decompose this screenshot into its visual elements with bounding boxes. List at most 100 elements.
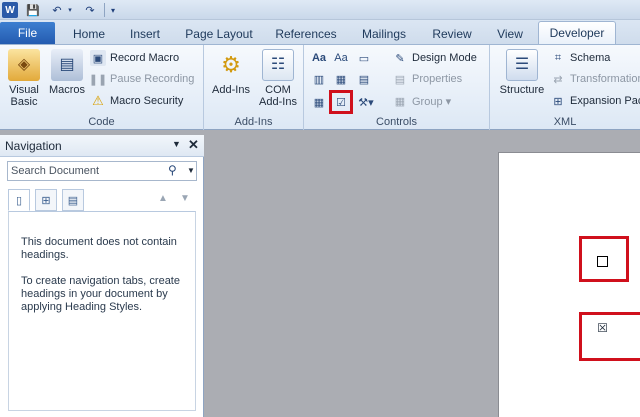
- xml-group-label: XML: [553, 116, 577, 128]
- record-macro-button[interactable]: ▣ Record Macro: [90, 49, 179, 67]
- tab-page-layout[interactable]: Page Layout: [182, 24, 256, 44]
- design-mode-button[interactable]: ✎ Design Mode: [392, 49, 477, 67]
- tab-browse-results[interactable]: ▤: [62, 189, 84, 211]
- controls-group-label: Controls: [376, 116, 417, 128]
- macros-icon: ▤: [51, 49, 83, 81]
- properties-icon: ▤: [394, 73, 406, 86]
- visual-basic-button[interactable]: ◈ Visual Basic: [6, 49, 42, 108]
- navigation-options-icon[interactable]: ▼: [172, 139, 181, 149]
- customize-quick-access-icon[interactable]: ▾: [108, 2, 118, 18]
- date-picker-icon[interactable]: ▦: [310, 93, 328, 111]
- properties-label: Properties: [412, 73, 463, 85]
- add-ins-label: Add-Ins: [212, 84, 250, 96]
- ribbon: ◈ Visual Basic ▤ Macros ▣ Record Macro ❚…: [0, 44, 640, 130]
- tab-home[interactable]: Home: [66, 24, 112, 44]
- word-app-icon[interactable]: W: [2, 2, 18, 18]
- checkbox-highlight-1: [579, 236, 629, 282]
- com-add-ins-label-line2: Add-Ins: [259, 96, 297, 108]
- quick-access-separator: [104, 3, 105, 17]
- transformation-button[interactable]: ⇄ Transformation: [550, 70, 640, 88]
- ribbon-tab-bar: File Home Insert Page Layout References …: [0, 20, 640, 44]
- search-box[interactable]: Search Document ⚲ ▼: [7, 161, 197, 181]
- navigation-title: Navigation: [5, 139, 62, 153]
- design-mode-icon: ✎: [395, 52, 405, 65]
- drop-down-list-icon[interactable]: ▤: [355, 70, 373, 88]
- previous-arrow-icon[interactable]: ▲: [158, 193, 168, 204]
- properties-button[interactable]: ▤ Properties: [392, 70, 462, 88]
- macro-security-label: Macro Security: [110, 95, 184, 107]
- pause-recording-button[interactable]: ❚❚ Pause Recording: [88, 70, 195, 88]
- xml-group: ☰ Structure ⌗ Schema ⇄ Transformation ⊞ …: [490, 45, 640, 130]
- macro-security-button[interactable]: ⚠ Macro Security: [90, 92, 183, 110]
- record-macro-icon: ▣: [90, 50, 106, 66]
- structure-icon: ☰: [506, 49, 538, 81]
- undo-dropdown-icon[interactable]: ▾: [66, 2, 74, 18]
- document-page[interactable]: ☒: [498, 152, 640, 417]
- group-label: Group ▾: [412, 95, 452, 108]
- add-ins-button[interactable]: ⚙ Add-Ins: [210, 49, 252, 97]
- visual-basic-label-line1: Visual: [9, 84, 39, 96]
- undo-icon[interactable]: ↶: [50, 2, 64, 18]
- search-dropdown-icon[interactable]: ▼: [187, 166, 195, 175]
- transformation-label: Transformation: [570, 73, 640, 85]
- transformation-icon: ⇄: [553, 73, 563, 86]
- pause-icon: ❚❚: [88, 73, 108, 86]
- tab-mailings[interactable]: Mailings: [354, 24, 414, 44]
- expansion-packs-icon: ⊞: [553, 95, 563, 108]
- macros-button[interactable]: ▤ Macros: [46, 49, 88, 96]
- macros-label: Macros: [48, 84, 86, 96]
- schema-button[interactable]: ⌗ Schema: [550, 49, 610, 67]
- navigation-header: Navigation ▼ ✕: [0, 135, 204, 157]
- schema-label: Schema: [570, 52, 611, 64]
- checkbox-highlight-2: [579, 312, 640, 361]
- group-button[interactable]: ▦ Group ▾: [392, 92, 451, 110]
- title-bar: W 💾 ↶ ▾ ↷ ▾: [0, 0, 640, 20]
- tab-review[interactable]: Review: [428, 24, 476, 44]
- combo-box-icon[interactable]: ▦: [332, 70, 350, 88]
- record-macro-label: Record Macro: [110, 52, 180, 64]
- code-group: ◈ Visual Basic ▤ Macros ▣ Record Macro ❚…: [0, 45, 204, 130]
- save-icon[interactable]: 💾: [26, 2, 40, 18]
- search-icon[interactable]: ⚲: [168, 163, 177, 177]
- tab-view[interactable]: View: [490, 24, 530, 44]
- expansion-packs-label: Expansion Pac: [570, 95, 640, 107]
- design-mode-label: Design Mode: [412, 52, 477, 64]
- schema-icon: ⌗: [554, 51, 562, 64]
- legacy-tools-icon[interactable]: ⚒▾: [354, 93, 378, 111]
- group-icon: ▦: [394, 95, 406, 108]
- close-icon[interactable]: ✕: [188, 137, 199, 153]
- picture-control-icon[interactable]: ▭: [355, 49, 373, 67]
- structure-button[interactable]: ☰ Structure: [494, 49, 550, 96]
- visual-basic-label-line2: Basic: [10, 96, 38, 108]
- code-group-label: Code: [88, 116, 115, 128]
- tab-references[interactable]: References: [270, 24, 342, 44]
- tab-insert[interactable]: Insert: [124, 24, 166, 44]
- navigation-pane: Navigation ▼ ✕ Search Document ⚲ ▼ ▯ ⊞ ▤…: [0, 135, 204, 417]
- com-add-ins-button[interactable]: ☷ COM Add-Ins: [256, 49, 300, 108]
- next-arrow-icon[interactable]: ▼: [180, 193, 190, 204]
- tab-developer[interactable]: Developer: [538, 21, 616, 44]
- search-input[interactable]: Search Document: [11, 165, 99, 177]
- no-headings-message: This document does not contain headings.: [21, 236, 177, 261]
- building-block-icon[interactable]: ▥: [310, 70, 328, 88]
- redo-icon[interactable]: ↷: [83, 2, 97, 18]
- visual-basic-icon: ◈: [8, 49, 40, 81]
- create-headings-message: To create navigation tabs, create headin…: [21, 275, 180, 313]
- tab-browse-pages[interactable]: ⊞: [35, 189, 57, 211]
- rich-text-control-icon[interactable]: Aa: [310, 49, 328, 67]
- add-ins-group-label: Add-Ins: [234, 116, 273, 128]
- structure-label: Structure: [499, 84, 545, 96]
- com-add-ins-icon: ☷: [262, 49, 294, 81]
- warning-icon: ⚠: [92, 93, 104, 108]
- com-add-ins-label-line1: COM: [265, 84, 291, 96]
- expansion-packs-button[interactable]: ⊞ Expansion Pac: [550, 92, 640, 110]
- document-area: ☒: [205, 135, 640, 417]
- check-box-highlight: [329, 90, 353, 114]
- tab-file[interactable]: File: [0, 22, 55, 44]
- controls-group: Aa Aa ▭ ▥ ▦ ▤ ▦ ☑ ⚒▾ ✎ Design Mode ▤ Pro…: [304, 45, 490, 130]
- gear-icon: ⚙: [221, 52, 241, 77]
- add-ins-group: ⚙ Add-Ins ☷ COM Add-Ins Add-Ins: [204, 45, 304, 130]
- pause-recording-label: Pause Recording: [110, 73, 195, 85]
- plain-text-control-icon[interactable]: Aa: [332, 49, 350, 67]
- tab-browse-headings[interactable]: ▯: [8, 189, 30, 211]
